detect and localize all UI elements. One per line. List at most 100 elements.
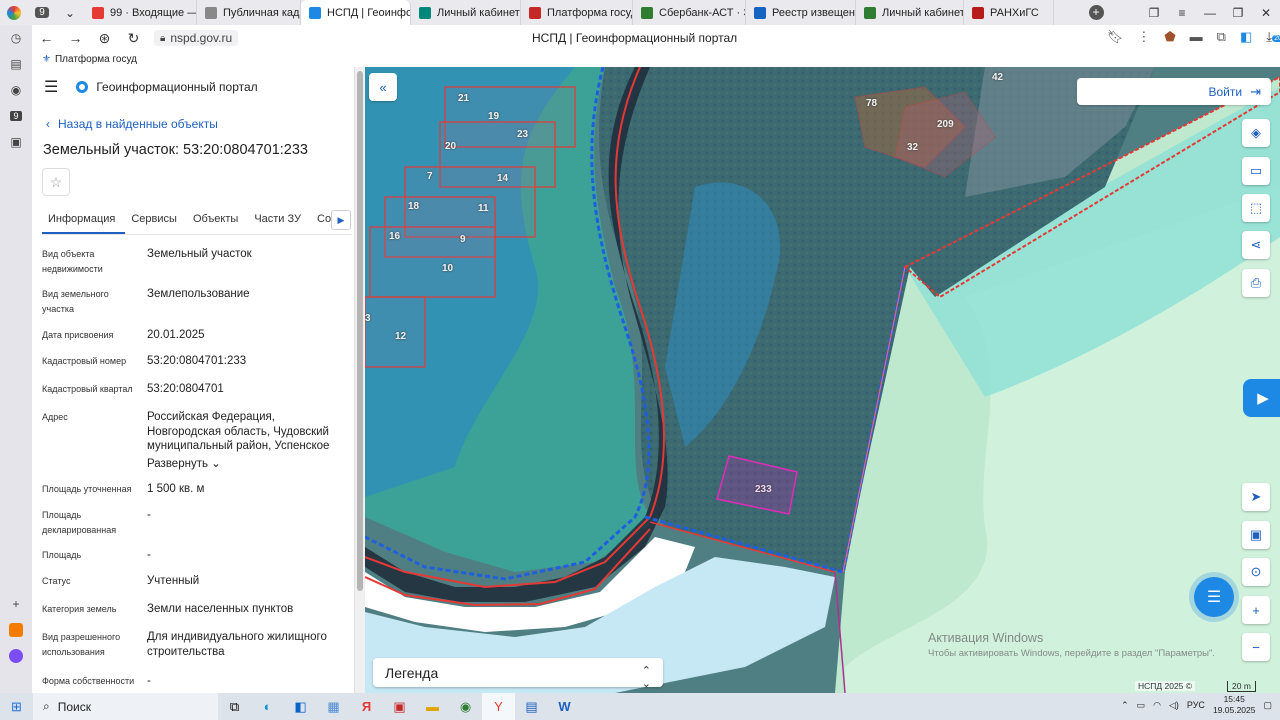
bookmark-item[interactable]: ⚜ Платформа госуд — [42, 54, 137, 65]
minimap-icon[interactable]: ▣ — [1242, 521, 1270, 549]
map-canvas[interactable] — [365, 67, 1280, 693]
info-tab[interactable]: Объекты — [187, 205, 248, 234]
language-indicator[interactable]: РУС — [1187, 700, 1205, 710]
extension-3-icon[interactable]: ⧉ — [1217, 29, 1226, 45]
chrome-icon[interactable]: ◉ — [449, 693, 482, 720]
parcel-number-label[interactable]: 16 — [389, 231, 400, 242]
tabs-scroll-button[interactable]: ▶ — [331, 210, 351, 230]
explorer-icon[interactable]: ▬ — [416, 693, 449, 720]
clock[interactable]: 15:45 19.05.2025 — [1213, 694, 1256, 716]
new-tab-button[interactable]: + — [1082, 0, 1110, 25]
downloads-icon[interactable]: ▣ — [0, 129, 32, 155]
parcel-number-label[interactable]: 11 — [478, 203, 489, 214]
browser-tab[interactable]: Сбербанк-АСТ · Эл — [633, 0, 746, 25]
tabs-dropdown-icon[interactable]: ⌄ — [56, 0, 84, 25]
tab-counter[interactable]: 9 — [28, 0, 56, 25]
forward-arrow-icon[interactable]: → — [61, 30, 90, 46]
app-blue-icon[interactable]: ▤ — [515, 693, 548, 720]
info-tab[interactable]: Части ЗУ — [248, 205, 311, 234]
feedback-icon[interactable]: ▶ — [1243, 379, 1280, 417]
close-window-icon[interactable]: ✕ — [1252, 0, 1280, 25]
map-view[interactable]: 21 19 23 20 7 14 18 11 16 9 10 12 3 42 78 209 32 233 « Во… — [365, 67, 1280, 693]
scrollbar-thumb[interactable] — [357, 71, 363, 591]
print-icon[interactable]: ⎙ — [1242, 269, 1270, 297]
bookmark-icon[interactable]: 🔖︎ — [1107, 29, 1124, 45]
maximize-icon[interactable]: ❐ — [1224, 0, 1252, 25]
browser-tab[interactable]: НСПД | Геоинфор✕ — [301, 0, 411, 25]
menu-burger-icon[interactable]: ☰ — [44, 77, 58, 97]
share-icon[interactable]: ⋖ — [1242, 231, 1270, 259]
browser-logo-icon[interactable] — [0, 0, 28, 25]
app-red-icon[interactable]: ▣ — [383, 693, 416, 720]
panel-scrollbar[interactable] — [354, 67, 365, 693]
parcel-number-label[interactable]: 42 — [992, 72, 1003, 83]
geo-search-icon[interactable]: ⊙ — [1242, 558, 1270, 586]
parcel-number-label[interactable]: 21 — [458, 93, 469, 104]
collections-icon[interactable]: ❐ — [1140, 0, 1168, 25]
url-field[interactable]: 🔒︎ nspd.gov.ru — [154, 30, 239, 46]
downloads-badge[interactable]: ⤓20 — [1266, 29, 1280, 45]
browser-tab[interactable]: Публичная кадастр — [197, 0, 301, 25]
word-icon[interactable]: W — [548, 693, 581, 720]
wifi-icon[interactable]: ◠ — [1153, 700, 1161, 711]
zoom-out-icon[interactable]: − — [1242, 633, 1270, 661]
parcel-number-label[interactable]: 19 — [488, 111, 499, 122]
info-tab[interactable]: Сервисы — [125, 205, 187, 234]
info-tab[interactable]: Информация — [42, 205, 126, 234]
notifications-icon[interactable]: ▢ — [1263, 700, 1272, 711]
sidebar-counter[interactable]: 9 — [0, 103, 32, 129]
network-icon[interactable]: ▭ — [1137, 700, 1146, 711]
more-icon[interactable]: ⋮ — [1137, 29, 1150, 45]
parcel-number-label[interactable]: 20 — [445, 141, 456, 152]
browser-tab[interactable]: Личный кабинет — [411, 0, 521, 25]
reload-icon[interactable]: ↻ — [119, 30, 148, 47]
parcel-number-label[interactable]: 14 — [497, 173, 508, 184]
collapse-panel-button[interactable]: « — [369, 73, 397, 101]
parcel-number-label[interactable]: 18 — [408, 201, 419, 212]
locate-icon[interactable]: ➤ — [1242, 483, 1270, 511]
parcel-number-label[interactable]: 32 — [907, 142, 918, 153]
outlook-icon[interactable]: ◧ — [284, 693, 317, 720]
windows-start-icon[interactable]: ⊞ — [0, 693, 33, 720]
add-panel-icon[interactable]: + — [0, 591, 32, 617]
parcel-number-label[interactable]: 10 — [442, 263, 453, 274]
parcel-number-label[interactable]: 209 — [937, 119, 954, 130]
legend-dropdown[interactable]: Легенда ⌃ ⌄ — [373, 658, 663, 690]
extension-2-icon[interactable]: ▬ — [1190, 29, 1203, 45]
browser-tab[interactable]: Платформа государ — [521, 0, 633, 25]
layers-icon[interactable]: ◈ — [1242, 119, 1270, 147]
favorite-star-icon[interactable]: ☆ — [42, 168, 70, 196]
zoom-in-icon[interactable]: + — [1242, 596, 1270, 624]
parcel-number-label[interactable]: 12 — [395, 331, 406, 342]
ruler-icon[interactable]: ▭ — [1242, 157, 1270, 185]
back-arrow-icon[interactable]: ← — [32, 30, 61, 46]
alice-icon[interactable] — [0, 643, 32, 669]
yandex-browser-icon[interactable]: Y — [482, 693, 515, 720]
parcel-number-label[interactable]: 233 — [755, 484, 772, 495]
photos-icon[interactable]: ▦ — [317, 693, 350, 720]
edge-icon[interactable]: ◐ — [251, 693, 284, 720]
minimize-icon[interactable]: — — [1196, 0, 1224, 25]
browser-tab[interactable]: РАНХиГС — [964, 0, 1054, 25]
chat-icon[interactable]: ☰ — [1194, 577, 1234, 617]
market-icon[interactable] — [0, 617, 32, 643]
browser-tab[interactable]: 99 · Входящие — Ян — [84, 0, 197, 25]
menu-icon[interactable]: ≡ — [1168, 0, 1196, 25]
expand-address-link[interactable]: Развернуть ⌄ — [147, 457, 347, 472]
history-icon[interactable]: ◷ — [0, 25, 32, 51]
tray-chevron-icon[interactable]: ⌃ — [1121, 700, 1129, 711]
login-button[interactable]: Войти ⇥ — [1077, 78, 1271, 105]
browser-tab[interactable]: Личный кабинет — — [856, 0, 964, 25]
notes-icon[interactable]: ▤ — [0, 51, 32, 77]
browser-tab[interactable]: Реестр извещений — [746, 0, 856, 25]
parcel-number-label[interactable]: 78 — [866, 98, 877, 109]
select-area-icon[interactable]: ⬚ — [1242, 194, 1270, 222]
protect-icon[interactable]: ⊛ — [90, 30, 119, 47]
yandex-icon[interactable]: Я — [350, 693, 383, 720]
task-view-icon[interactable]: ⧉ — [218, 693, 251, 720]
back-to-results-link[interactable]: ‹ Назад в найденные объекты — [46, 117, 218, 131]
volume-icon[interactable]: ◁) — [1169, 700, 1179, 711]
parcel-number-label[interactable]: 23 — [517, 129, 528, 140]
parcel-number-label[interactable]: 9 — [460, 234, 466, 245]
extension-1-icon[interactable]: ⬟ — [1164, 29, 1175, 45]
